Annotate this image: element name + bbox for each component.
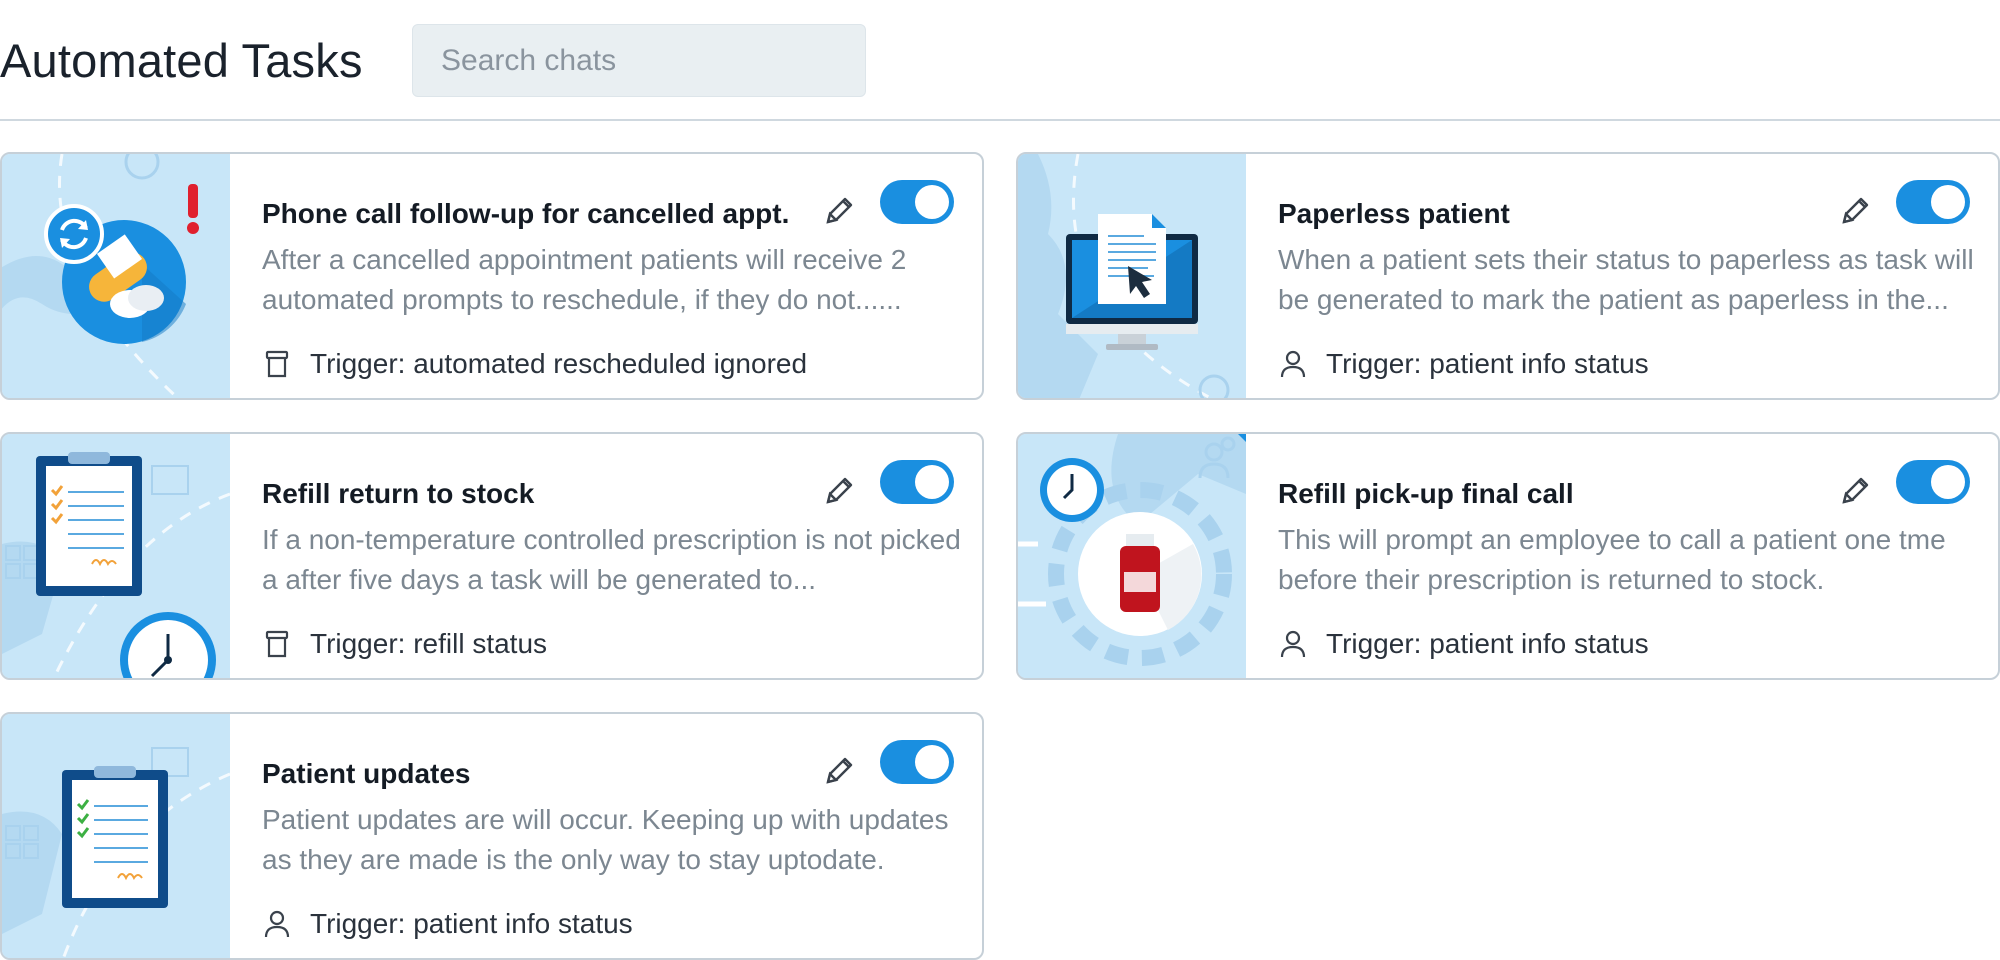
task-title: Refill return to stock (262, 478, 535, 509)
page-header: Automated Tasks (0, 0, 2000, 121)
task-card-paperless-patient[interactable]: Paperless patient When a patient sets th… (1016, 152, 2000, 400)
medicine-bottle-clock-illustration (1018, 434, 1246, 678)
clipboard-checklist-illustration (2, 714, 230, 958)
trigger-label: Trigger: refill status (310, 628, 548, 659)
task-trigger: Trigger: patient info status (262, 902, 633, 946)
task-trigger: Trigger: automated rescheduled ignored (262, 342, 807, 386)
person-icon (1278, 348, 1308, 380)
search-chats-input[interactable] (412, 24, 866, 97)
enable-toggle[interactable] (1896, 460, 1970, 504)
task-description: When a patient sets their status to pape… (1278, 244, 1974, 315)
trash-can-icon (262, 348, 292, 380)
task-trigger: Trigger: refill status (262, 622, 547, 666)
edit-button[interactable] (818, 470, 860, 512)
pills-alert-illustration (2, 154, 230, 398)
toggle-knob (915, 185, 949, 219)
person-icon (262, 908, 292, 940)
pencil-icon (1842, 197, 1869, 224)
edit-button[interactable] (818, 750, 860, 792)
task-card-refill-pick-up-final-call[interactable]: Refill pick-up final call This will prom… (1016, 432, 2000, 680)
trigger-label: Trigger: patient info status (1326, 348, 1649, 379)
trigger-label: Trigger: automated rescheduled ignored (310, 348, 808, 379)
pencil-icon (826, 477, 853, 504)
enable-toggle[interactable] (1896, 180, 1970, 224)
toggle-knob (915, 465, 949, 499)
page-title: Automated Tasks (0, 34, 363, 87)
task-trigger: Trigger: patient info status (1278, 342, 1649, 386)
task-description: This will prompt an employee to call a p… (1278, 524, 1946, 595)
task-trigger: Trigger: patient info status (1278, 622, 1649, 666)
task-card-patient-updates[interactable]: Patient updates Patient updates are will… (0, 712, 984, 960)
task-card-refill-return-to-stock[interactable]: Refill return to stock If a non-temperat… (0, 432, 984, 680)
task-title: Patient updates (262, 758, 471, 789)
person-icon (1278, 628, 1308, 660)
trigger-label: Trigger: patient info status (310, 908, 633, 939)
task-description: After a cancelled appointment patients w… (262, 244, 907, 315)
pencil-icon (826, 197, 853, 224)
edit-button[interactable] (1834, 190, 1876, 232)
task-title: Refill pick-up final call (1278, 478, 1574, 509)
enable-toggle[interactable] (880, 740, 954, 784)
task-card-phone-call-follow-up[interactable]: Phone call follow-up for cancelled appt.… (0, 152, 984, 400)
clipboard-clock-illustration (2, 434, 230, 678)
trash-can-icon (262, 628, 292, 660)
task-title: Phone call follow-up for cancelled appt. (262, 198, 790, 229)
task-description: Patient updates are will occur. Keeping … (262, 804, 949, 875)
pencil-icon (1842, 477, 1869, 504)
computer-document-illustration (1018, 154, 1246, 398)
enable-toggle[interactable] (880, 460, 954, 504)
trigger-label: Trigger: patient info status (1326, 628, 1649, 659)
task-description: If a non-temperature controlled prescrip… (262, 524, 961, 595)
toggle-knob (1931, 465, 1965, 499)
edit-button[interactable] (818, 190, 860, 232)
toggle-knob (1931, 185, 1965, 219)
task-title: Paperless patient (1278, 198, 1510, 229)
edit-button[interactable] (1834, 470, 1876, 512)
pencil-icon (826, 757, 853, 784)
toggle-knob (915, 745, 949, 779)
enable-toggle[interactable] (880, 180, 954, 224)
